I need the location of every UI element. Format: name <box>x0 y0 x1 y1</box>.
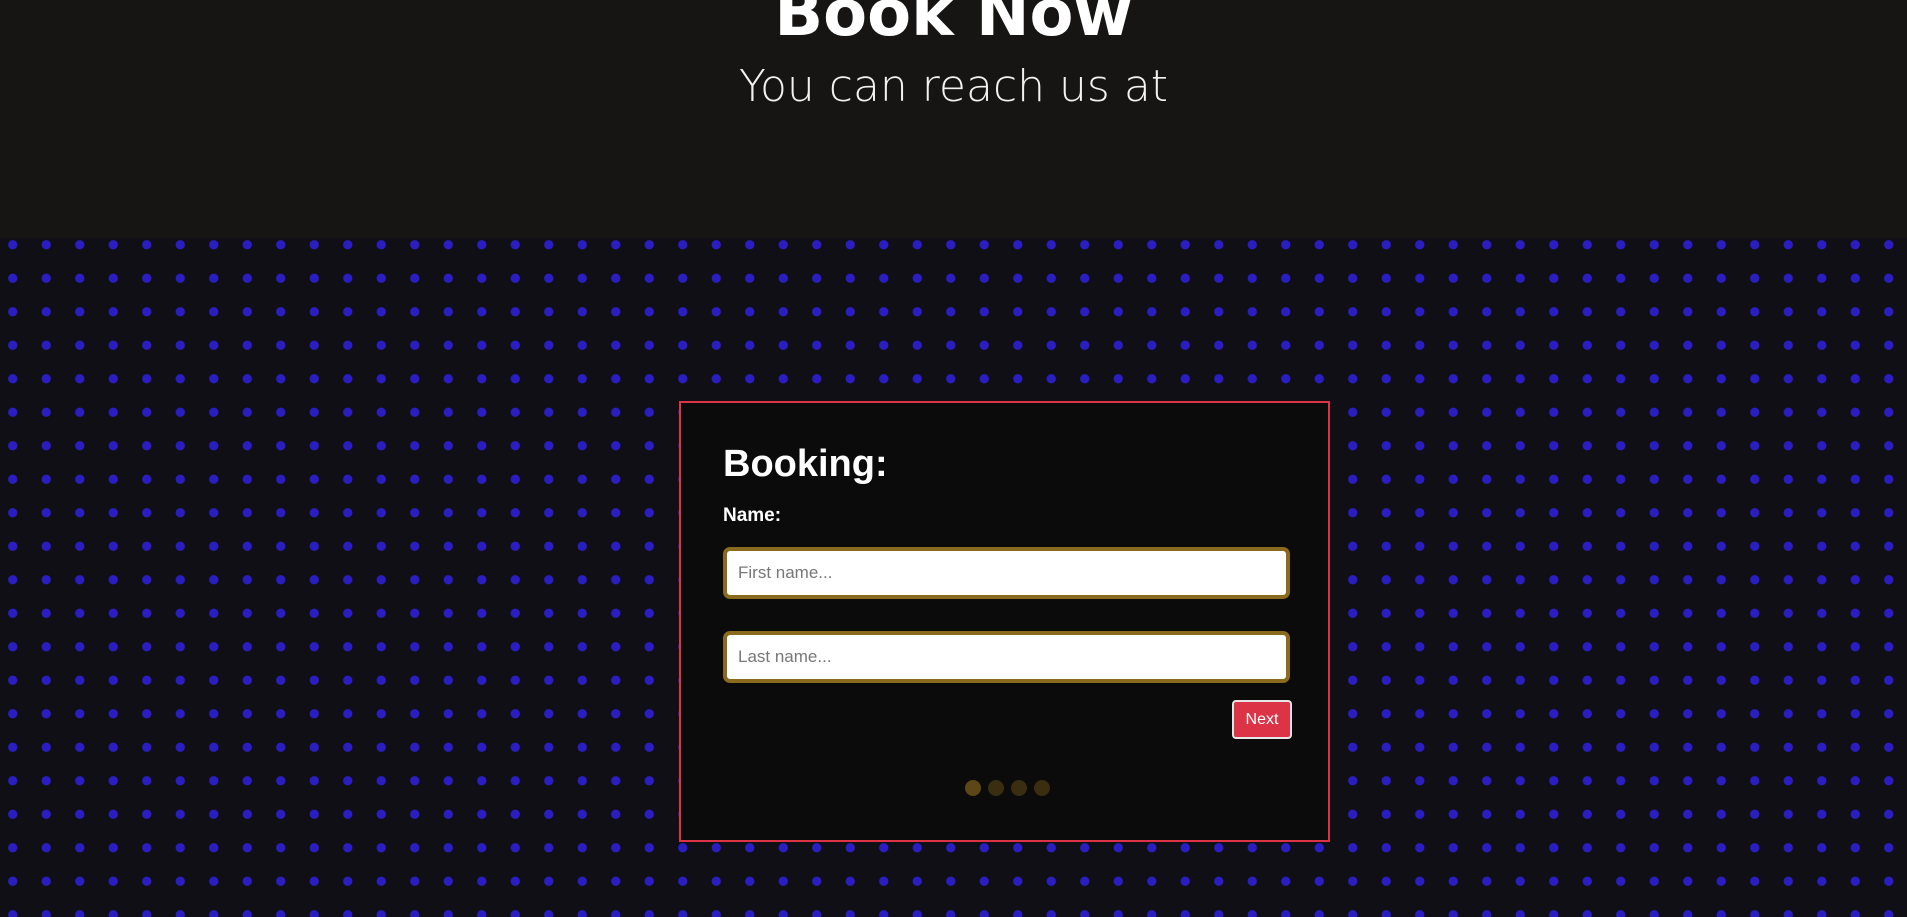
booking-heading: Booking: <box>723 443 888 485</box>
step-dot-1 <box>965 780 981 796</box>
name-label: Name: <box>723 505 782 526</box>
page-subtitle: You can reach us at <box>738 61 1169 112</box>
step-dot-3 <box>1011 780 1027 796</box>
booking-form: Booking: Name: Next <box>679 401 1330 842</box>
step-dot-4 <box>1034 780 1050 796</box>
next-button[interactable]: Next <box>1232 700 1292 739</box>
page-title: Book Now <box>774 0 1133 51</box>
page-header: Book Now You can reach us at <box>0 0 1907 238</box>
step-dot-2 <box>988 780 1004 796</box>
step-indicator <box>965 780 1050 796</box>
first-name-input[interactable] <box>723 547 1290 599</box>
last-name-input[interactable] <box>723 631 1290 683</box>
